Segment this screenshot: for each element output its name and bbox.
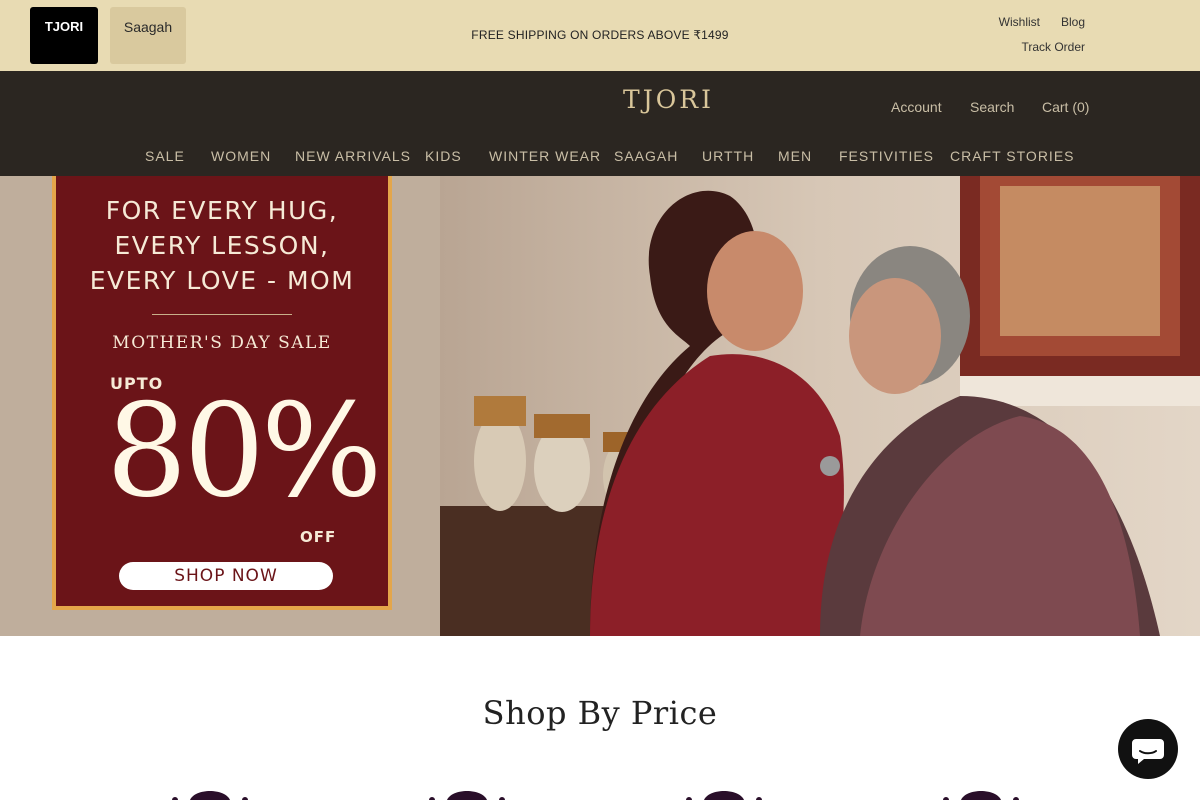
shop-now-button[interactable]: SHOP NOW	[119, 562, 333, 590]
hero-banner[interactable]: FOR EVERY HUG, EVERY LESSON, EVERY LOVE …	[0, 176, 1200, 636]
cart-link[interactable]: Cart (0)	[1042, 99, 1089, 115]
off-label: OFF	[300, 528, 337, 546]
site-header: TJORI Account Search Cart (0) SALE WOMEN…	[0, 71, 1200, 176]
nav-item-festivities[interactable]: FESTIVITIES	[839, 148, 934, 164]
nav-item-urtth[interactable]: URTTH	[702, 148, 754, 164]
price-card-1[interactable]	[165, 788, 255, 800]
nav-item-saagah[interactable]: SAAGAH	[614, 148, 678, 164]
headline-line-1: FOR EVERY HUG,	[105, 196, 339, 225]
price-card-2[interactable]	[422, 788, 512, 800]
section-title: Shop By Price	[482, 694, 718, 732]
headline-line-2: EVERY LESSON,	[114, 231, 330, 260]
free-shipping-message: FREE SHIPPING ON ORDERS ABOVE ₹1499	[471, 28, 729, 42]
price-card-3[interactable]	[679, 788, 769, 800]
nav-item-kids[interactable]: KIDS	[425, 148, 462, 164]
face-left	[707, 231, 803, 351]
discount-value: 80%	[106, 377, 382, 526]
headline-line-3: EVERY LOVE - MOM	[89, 266, 355, 295]
nav-item-craft-stories[interactable]: CRAFT STORIES	[950, 148, 1075, 164]
nav-item-women[interactable]: WOMEN	[211, 148, 271, 164]
nav-item-sale[interactable]: SALE	[145, 148, 185, 164]
track-order-link[interactable]: Track Order	[1021, 40, 1085, 54]
wishlist-link[interactable]: Wishlist	[999, 15, 1040, 29]
main-nav: SALE WOMEN NEW ARRIVALS KIDS WINTER WEAR…	[0, 148, 1200, 168]
nav-item-new-arrivals[interactable]: NEW ARRIVALS	[295, 148, 411, 164]
sale-name: MOTHER'S DAY SALE	[112, 333, 332, 353]
face-right	[849, 278, 941, 394]
ornament-divider	[152, 314, 292, 315]
chat-button[interactable]	[1118, 719, 1178, 779]
search-link[interactable]: Search	[970, 99, 1014, 115]
promo-card: FOR EVERY HUG, EVERY LESSON, EVERY LOVE …	[52, 176, 392, 610]
announcement-bar: TJORI Saagah FREE SHIPPING ON ORDERS ABO…	[0, 0, 1200, 71]
chat-icon	[1132, 739, 1164, 764]
price-card-4[interactable]	[936, 788, 1026, 800]
site-logo[interactable]: TJORI	[0, 85, 1200, 114]
blog-link[interactable]: Blog	[1061, 15, 1085, 29]
account-link[interactable]: Account	[891, 99, 942, 115]
nav-item-men[interactable]: MEN	[778, 148, 812, 164]
nav-item-winter-wear[interactable]: WINTER WEAR	[489, 148, 601, 164]
hero-photo	[440, 176, 1200, 636]
